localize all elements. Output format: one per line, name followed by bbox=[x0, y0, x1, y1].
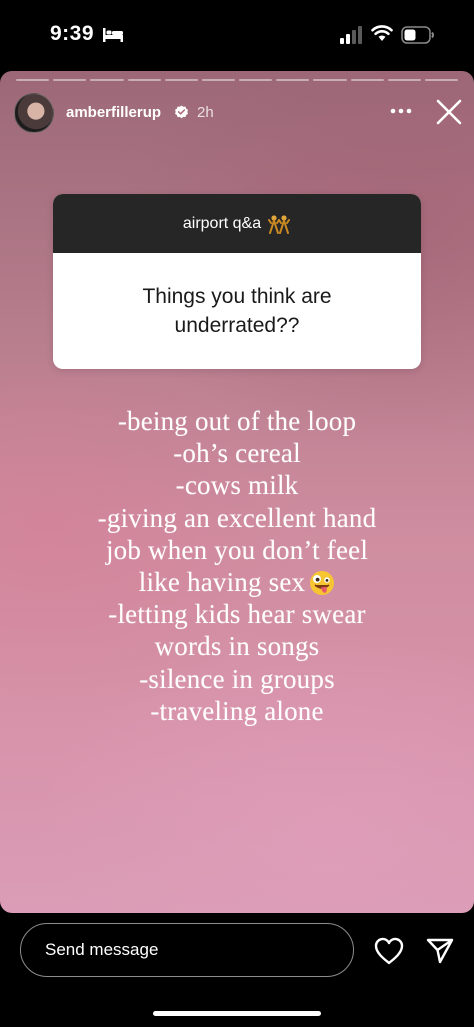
bottom-bar: Send message bbox=[0, 913, 474, 1027]
home-indicator[interactable] bbox=[153, 1011, 321, 1016]
avatar[interactable] bbox=[14, 93, 54, 133]
answer-line: -traveling alone bbox=[150, 695, 324, 726]
answer-line: -oh’s cereal bbox=[173, 438, 301, 469]
send-message-placeholder: Send message bbox=[45, 940, 159, 959]
dancers-emoji-icon bbox=[268, 214, 291, 234]
bed-icon bbox=[103, 28, 123, 42]
story-progress-segment bbox=[276, 79, 310, 81]
answer-line: -letting kids hear swear bbox=[108, 599, 366, 630]
answer-line: -silence in groups bbox=[139, 663, 335, 694]
signal-icon bbox=[340, 26, 362, 44]
status-time: 9:39 bbox=[50, 22, 95, 45]
story-progress-segment bbox=[201, 79, 236, 81]
verified-badge-icon bbox=[175, 105, 188, 119]
story-progress-segment bbox=[90, 79, 124, 81]
story-progress-segment bbox=[16, 79, 50, 81]
answer-line: -giving an excellent hand bbox=[97, 502, 377, 533]
more-options-icon[interactable] bbox=[390, 107, 412, 115]
time-ago: 2h bbox=[197, 104, 214, 121]
question-sticker-header: airport q&a bbox=[53, 194, 421, 253]
story-progress-segment bbox=[350, 79, 384, 81]
story-progress-segment bbox=[424, 79, 459, 81]
send-icon[interactable] bbox=[426, 937, 454, 965]
story-progress-segment bbox=[164, 79, 198, 81]
close-icon[interactable] bbox=[436, 99, 462, 125]
answer-line: words in songs bbox=[154, 631, 320, 662]
story-card[interactable]: amberfillerup 2h airport q&a Things you … bbox=[0, 71, 474, 913]
story-progress-segment bbox=[53, 79, 87, 81]
answer-line: -being out of the loop bbox=[117, 406, 357, 436]
story-progress-segment bbox=[387, 79, 421, 81]
answer-text: -being out of the loop -oh’s cereal -cow… bbox=[0, 405, 474, 727]
question-sticker[interactable]: airport q&a Things you think are underra… bbox=[53, 194, 421, 369]
story-progress-segment bbox=[127, 79, 161, 81]
answer-line-with-emoji: like having sex bbox=[0, 566, 474, 598]
answer-line: job when you don’t feel bbox=[105, 534, 369, 565]
story-progress-bar bbox=[16, 79, 459, 81]
story-progress-segment bbox=[239, 79, 273, 81]
story-progress-segment bbox=[313, 79, 347, 81]
question-sticker-title: airport q&a bbox=[182, 214, 262, 232]
question-text: Things you think are underrated?? bbox=[142, 285, 332, 337]
battery-icon bbox=[401, 26, 434, 44]
zany-face-emoji-icon bbox=[310, 571, 335, 596]
heart-icon[interactable] bbox=[374, 937, 404, 965]
username[interactable]: amberfillerup bbox=[66, 104, 161, 121]
answer-line: -cows milk bbox=[175, 470, 299, 501]
wifi-icon bbox=[371, 25, 393, 41]
status-bar: 9:39 bbox=[0, 0, 474, 70]
answer-line: like having sex bbox=[138, 567, 306, 598]
send-message-input[interactable]: Send message bbox=[20, 923, 354, 977]
